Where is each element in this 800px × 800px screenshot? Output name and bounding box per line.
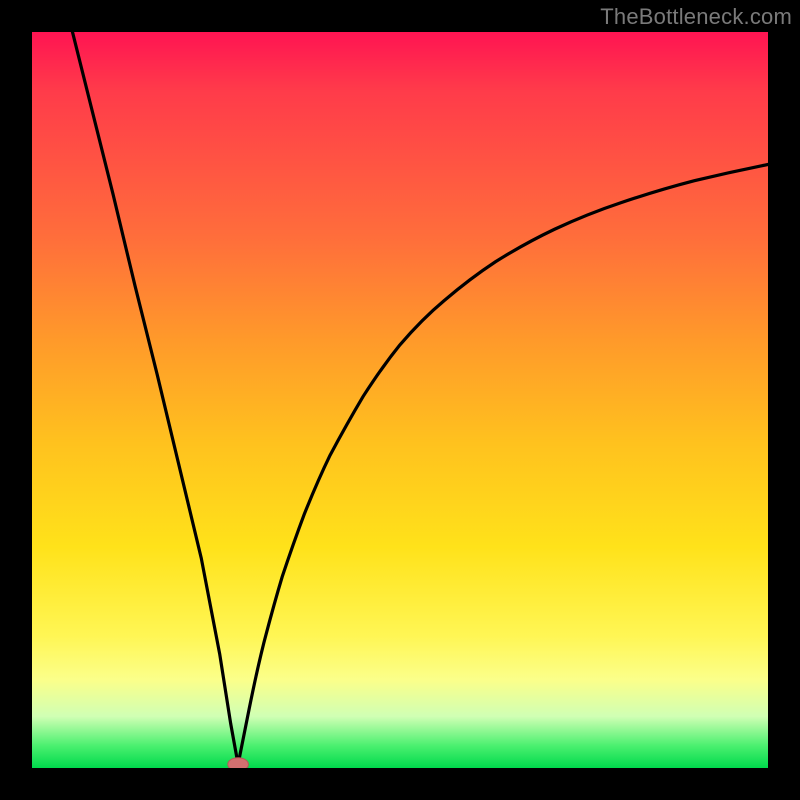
minimum-marker [228, 758, 249, 768]
chart-frame: TheBottleneck.com [0, 0, 800, 800]
plot-area [32, 32, 768, 768]
curve-layer [32, 32, 768, 768]
curve-left-branch [72, 32, 238, 764]
watermark-text: TheBottleneck.com [600, 4, 792, 30]
curve-right-branch [238, 164, 768, 764]
